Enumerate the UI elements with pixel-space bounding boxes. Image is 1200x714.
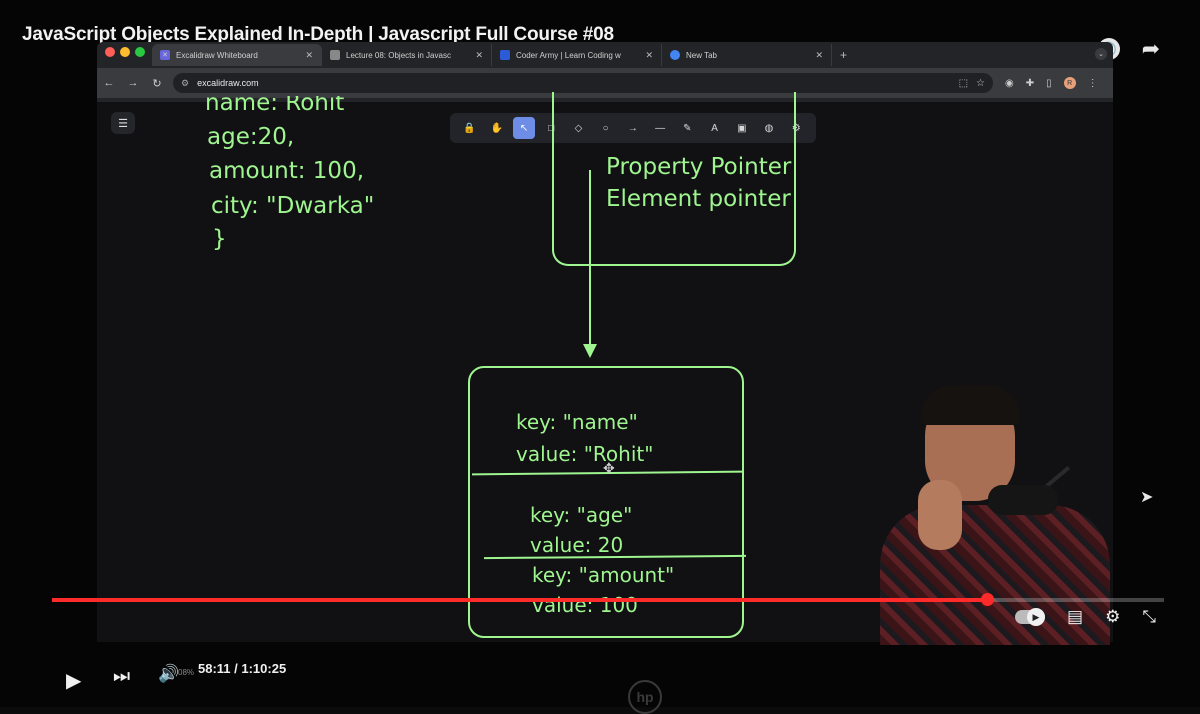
- entry-key: key: "age": [530, 503, 633, 527]
- close-tab-icon[interactable]: ✕: [815, 50, 823, 61]
- tab-label: Lecture 08: Objects in Javasc: [346, 50, 451, 60]
- selection-icon[interactable]: ↖: [513, 117, 536, 139]
- settings-gear-icon[interactable]: ⚙: [1105, 607, 1120, 627]
- tab-label: Coder Army | Learn Coding w: [516, 50, 621, 60]
- install-app-icon[interactable]: ⬚: [959, 78, 968, 89]
- back-arrow-icon[interactable]: ←: [97, 77, 121, 89]
- tab-new-tab[interactable]: New Tab ✕: [662, 44, 832, 66]
- tab-strip: ✕ Excalidraw Whiteboard ✕ Lecture 08: Ob…: [152, 44, 847, 66]
- page-favicon-icon: [330, 50, 340, 60]
- mouse-pointer-icon: ➤: [1140, 489, 1154, 506]
- presenter-hand: [918, 480, 962, 550]
- object-line: amount: 100,: [209, 158, 365, 184]
- time-display: 58:11 / 1:10:25: [198, 661, 287, 676]
- pointer-arrow-head: [583, 344, 597, 358]
- presenter-webcam: [880, 385, 1110, 645]
- tab-search-chevron-icon[interactable]: ⌄: [1095, 48, 1107, 60]
- hamburger-menu-icon[interactable]: ☰: [111, 112, 135, 134]
- close-window-button[interactable]: [105, 47, 115, 57]
- tab-label: New Tab: [686, 50, 717, 60]
- reload-icon[interactable]: ↻: [145, 77, 169, 90]
- hand-icon[interactable]: ✋: [486, 117, 508, 139]
- autoplay-toggle[interactable]: ▶: [1015, 608, 1045, 626]
- subtitles-icon[interactable]: ▤: [1067, 607, 1083, 627]
- close-tab-icon[interactable]: ✕: [475, 50, 483, 61]
- maximize-window-button[interactable]: [135, 47, 145, 57]
- microphone: [988, 485, 1058, 515]
- url-text[interactable]: excalidraw.com: [197, 78, 951, 88]
- close-tab-icon[interactable]: ✕: [305, 50, 313, 61]
- entry-value: value: 20: [530, 533, 624, 557]
- chrome-favicon-icon: [670, 50, 680, 60]
- lock-icon[interactable]: 🔒: [459, 117, 481, 139]
- extensions-puzzle-icon[interactable]: ✚: [1026, 78, 1034, 89]
- autoplay-play-icon: ▶: [1027, 608, 1045, 626]
- volume-icon[interactable]: 🔊: [158, 664, 179, 684]
- new-tab-button[interactable]: +: [840, 44, 847, 66]
- forward-arrow-icon[interactable]: →: [121, 77, 145, 89]
- tab-lecture[interactable]: Lecture 08: Objects in Javasc ✕: [322, 44, 492, 66]
- entry-key: key: "amount": [532, 563, 675, 587]
- tab-label: Excalidraw Whiteboard: [176, 50, 258, 60]
- progress-played: [52, 598, 988, 602]
- object-line: age:20,: [207, 124, 295, 150]
- coder-army-favicon-icon: [500, 50, 510, 60]
- minimize-window-button[interactable]: [120, 47, 130, 57]
- entry-value: value: 100: [532, 593, 638, 617]
- object-line: }: [212, 226, 227, 252]
- exit-fullscreen-icon[interactable]: ⤡: [1142, 607, 1156, 627]
- property-pointer-label: Property Pointer: [606, 154, 792, 180]
- next-video-icon[interactable]: ⏭: [113, 666, 130, 688]
- object-line: city: "Dwarka": [211, 193, 375, 219]
- player-controls: ▶ ⏭ 🔊 08% 58:11 / 1:10:25: [0, 650, 1200, 700]
- share-icon[interactable]: ➦: [1142, 36, 1160, 62]
- monitor-screen: JavaScript Objects Explained In-Depth | …: [0, 0, 1200, 707]
- tab-coder-army[interactable]: Coder Army | Learn Coding w ✕: [492, 44, 662, 66]
- entry-key: key: "name": [516, 410, 638, 434]
- video-progress-bar[interactable]: [52, 593, 1164, 606]
- bookmark-star-icon[interactable]: ☆: [976, 78, 985, 89]
- site-info-icon[interactable]: ⚙: [181, 78, 189, 89]
- profile-avatar[interactable]: R: [1063, 77, 1076, 89]
- window-controls: [105, 47, 145, 57]
- presenter-hair: [920, 385, 1020, 425]
- hp-logo: hp: [628, 680, 662, 714]
- pointer-arrow-shaft: [589, 170, 591, 346]
- player-right-controls: ▶ ▤ ⚙ ⤡: [1015, 607, 1156, 627]
- excalidraw-favicon-icon: ✕: [160, 50, 170, 60]
- sidepanel-icon[interactable]: ▯: [1046, 78, 1052, 89]
- play-icon[interactable]: ▶: [66, 668, 81, 693]
- volume-percent: 08%: [178, 668, 195, 677]
- close-tab-icon[interactable]: ✕: [645, 50, 653, 61]
- tab-excalidraw[interactable]: ✕ Excalidraw Whiteboard ✕: [152, 44, 322, 66]
- browser-menu-icon[interactable]: ⋮: [1088, 78, 1098, 89]
- extensions-area: ◉ ✚ ▯ R ⋮: [1005, 77, 1098, 89]
- address-bar[interactable]: ⚙ excalidraw.com ⬚ ☆: [173, 73, 993, 93]
- element-pointer-label: Element pointer: [606, 186, 791, 212]
- entry-value: value: "Rohit": [516, 442, 654, 466]
- move-cursor-icon: ✥: [603, 460, 615, 476]
- extension-icon[interactable]: ◉: [1005, 78, 1014, 89]
